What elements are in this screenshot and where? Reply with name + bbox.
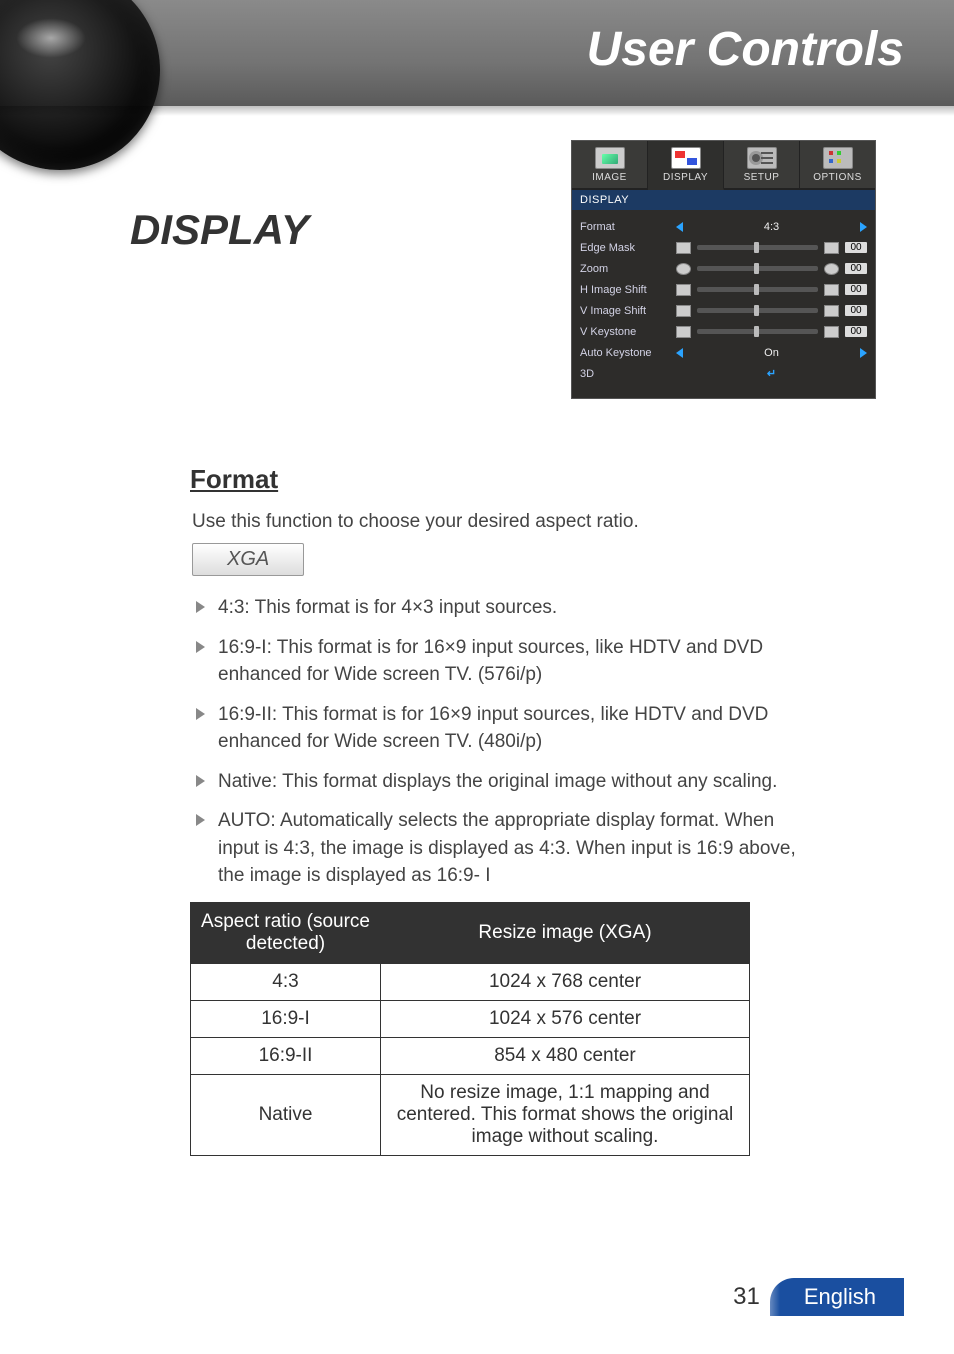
zoom-out-icon [676,263,691,275]
slider[interactable] [697,329,818,334]
list-item: Native: This format displays the origina… [192,768,820,796]
list-item: AUTO: Automatically selects the appropri… [192,807,820,890]
slider[interactable] [697,245,818,250]
keystone-a-icon [676,326,691,338]
osd-tabbar: IMAGE DISPLAY SETUP OPTIONS [572,141,875,190]
slider[interactable] [697,308,818,313]
footer: 31 English [733,1278,904,1316]
osd-row-value: 00 [845,326,867,337]
mask-min-icon [676,242,691,254]
arrow-right-icon[interactable] [860,222,867,232]
osd-row-label: H Image Shift [580,284,670,296]
osd-tab-options[interactable]: OPTIONS [800,141,875,190]
osd-row-edgemask[interactable]: Edge Mask 00 [580,237,867,258]
osd-row-label: Zoom [580,263,670,275]
enter-icon[interactable]: ↵ [676,367,867,380]
body-content: Format Use this function to choose your … [180,464,820,1156]
list-item: 16:9-II: This format is for 16×9 input s… [192,701,820,756]
list-item: 16:9-I: This format is for 16×9 input so… [192,634,820,689]
table-cell: 854 x 480 center [381,1037,750,1074]
format-list: 4:3: This format is for 4×3 input source… [192,594,820,890]
format-intro: Use this function to choose your desired… [192,511,820,533]
osd-row-autokeystone[interactable]: Auto Keystone On [580,342,867,363]
osd-row-value: 00 [845,242,867,253]
table-row: 16:9-I 1024 x 576 center [191,1000,750,1037]
table-header: Resize image (XGA) [381,902,750,963]
osd-row-3d[interactable]: 3D ↵ [580,363,867,384]
table-cell: No resize image, 1:1 mapping and centere… [381,1074,750,1155]
table-cell: 16:9-II [191,1037,381,1074]
options-icon [823,147,853,169]
osd-row-label: V Keystone [580,326,670,338]
aspect-table: Aspect ratio (source detected) Resize im… [190,902,750,1156]
osd-row-label: V Image Shift [580,305,670,317]
display-icon [671,147,701,169]
slider[interactable] [697,266,818,271]
osd-row-vshift[interactable]: V Image Shift 00 [580,300,867,321]
osd-tab-display[interactable]: DISPLAY [648,141,724,190]
osd-row-value: 00 [845,263,867,274]
arrow-right-icon[interactable] [860,348,867,358]
osd-row-format[interactable]: Format 4:3 [580,216,867,237]
osd-row-zoom[interactable]: Zoom 00 [580,258,867,279]
shift-right-icon [824,284,839,296]
osd-row-vkeystone[interactable]: V Keystone 00 [580,321,867,342]
osd-row-value: On [689,347,854,359]
header-shadow [0,106,954,116]
xga-tag: XGA [192,543,304,576]
osd-row-value: 00 [845,284,867,295]
osd-row-label: Auto Keystone [580,347,670,359]
list-item: 4:3: This format is for 4×3 input source… [192,594,820,622]
page-number: 31 [733,1283,770,1311]
language-pill: English [770,1278,904,1316]
header-band: User Controls [0,0,954,106]
table-row: 4:3 1024 x 768 center [191,963,750,1000]
osd-tab-label: IMAGE [592,172,627,183]
arrow-left-icon[interactable] [676,348,683,358]
shift-down-icon [824,305,839,317]
osd-menu: IMAGE DISPLAY SETUP OPTIONS DISPLAY Form… [571,140,876,399]
keystone-b-icon [824,326,839,338]
shift-up-icon [676,305,691,317]
zoom-in-icon [824,263,839,275]
osd-tab-label: SETUP [744,172,780,183]
arrow-left-icon[interactable] [676,222,683,232]
slider[interactable] [697,287,818,292]
table-row: 16:9-II 854 x 480 center [191,1037,750,1074]
osd-tab-label: OPTIONS [813,172,862,183]
table-cell: Native [191,1074,381,1155]
table-cell: 4:3 [191,963,381,1000]
table-row: Native No resize image, 1:1 mapping and … [191,1074,750,1155]
table-cell: 1024 x 576 center [381,1000,750,1037]
setup-icon [747,147,777,169]
lens-graphic [0,0,160,170]
header-title: User Controls [587,22,904,77]
table-cell: 1024 x 768 center [381,963,750,1000]
osd-tab-setup[interactable]: SETUP [724,141,800,190]
table-cell: 16:9-I [191,1000,381,1037]
osd-tab-label: DISPLAY [663,172,708,183]
osd-section-label: DISPLAY [572,190,875,210]
osd-row-value: 00 [845,305,867,316]
osd-row-label: Format [580,221,670,233]
osd-row-label: 3D [580,368,670,380]
osd-rows: Format 4:3 Edge Mask 00 Zoom 00 H Image … [572,210,875,398]
osd-tab-image[interactable]: IMAGE [572,141,648,190]
osd-row-label: Edge Mask [580,242,670,254]
image-icon [595,147,625,169]
osd-row-value: 4:3 [689,221,854,233]
table-header: Aspect ratio (source detected) [191,902,381,963]
shift-left-icon [676,284,691,296]
format-heading: Format [190,464,820,495]
mask-max-icon [824,242,839,254]
osd-row-hshift[interactable]: H Image Shift 00 [580,279,867,300]
